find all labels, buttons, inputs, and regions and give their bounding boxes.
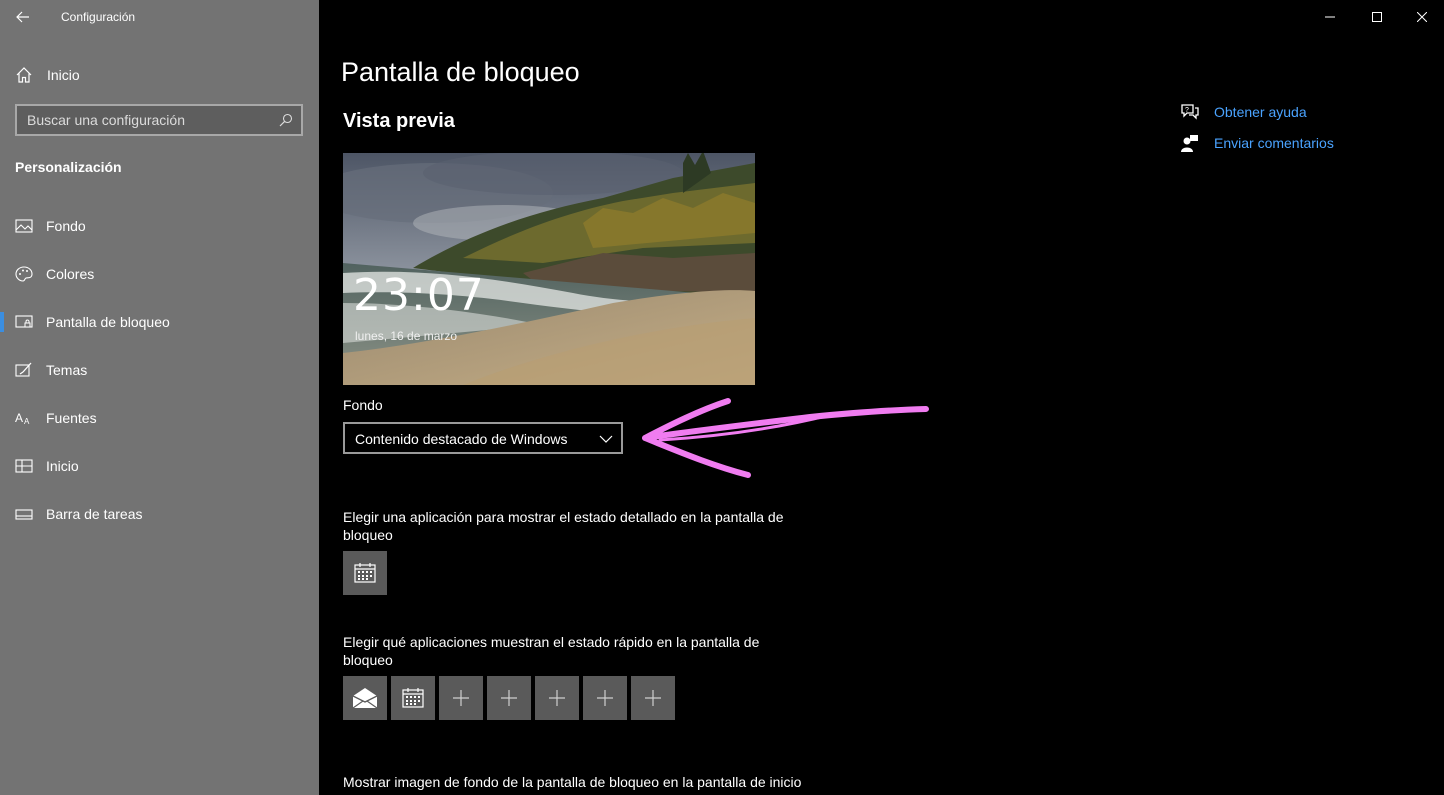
- maximize-button[interactable]: [1354, 0, 1400, 34]
- page-title: Pantalla de bloqueo: [341, 57, 580, 87]
- font-icon: AA: [15, 411, 30, 426]
- picture-icon: [15, 219, 33, 233]
- plus-icon: [597, 690, 613, 706]
- quick-status-tile-mail[interactable]: [343, 676, 387, 720]
- nav-home-label: Inicio: [47, 67, 80, 83]
- plus-icon: [549, 690, 565, 706]
- maximize-icon: [1372, 12, 1382, 22]
- quick-status-add-tile[interactable]: [439, 676, 483, 720]
- sidebar-item-label: Temas: [46, 362, 88, 378]
- preview-date: lunes, 16 de marzo: [355, 329, 458, 343]
- sidebar-item-temas[interactable]: Temas: [0, 346, 319, 394]
- home-icon: [16, 67, 32, 83]
- app-title: Configuración: [61, 10, 136, 24]
- calendar-icon: [354, 563, 376, 583]
- preview-time: 23:07: [353, 270, 485, 321]
- help-chat-icon: ?: [1181, 104, 1199, 120]
- quick-status-label: Elegir qué aplicaciones muestran el esta…: [343, 634, 760, 668]
- sidebar-item-pantalla-de-bloqueo[interactable]: Pantalla de bloqueo: [0, 298, 319, 346]
- sidebar-item-label: Inicio: [46, 458, 79, 474]
- svg-text:?: ?: [1185, 107, 1189, 114]
- search-icon[interactable]: [279, 113, 293, 127]
- search-box[interactable]: [15, 104, 303, 136]
- preview-landscape-image: [343, 153, 755, 385]
- background-dropdown[interactable]: Contenido destacado de Windows: [343, 422, 623, 454]
- quick-status-add-tile[interactable]: [487, 676, 531, 720]
- sidebar-item-fuentes[interactable]: AA Fuentes: [0, 394, 319, 442]
- lock-screen-preview: 23:07 lunes, 16 de marzo: [343, 153, 755, 385]
- sidebar-item-barra-de-tareas[interactable]: Barra de tareas: [0, 490, 319, 538]
- title-bar: Configuración: [0, 0, 319, 36]
- svg-text:A: A: [15, 411, 23, 425]
- signin-background-label: Mostrar imagen de fondo de la pantalla d…: [343, 774, 802, 795]
- get-help-label: Obtener ayuda: [1214, 104, 1307, 120]
- detailed-status-app-tile[interactable]: [343, 551, 387, 595]
- brush-icon: [15, 362, 32, 377]
- sidebar-item-label: Colores: [46, 266, 95, 282]
- sidebar-item-label: Barra de tareas: [46, 506, 143, 522]
- start-icon: [15, 459, 33, 473]
- sidebar-item-inicio[interactable]: Inicio: [0, 442, 319, 490]
- sidebar-item-fondo[interactable]: Fondo: [0, 202, 319, 250]
- quick-status-add-tile[interactable]: [631, 676, 675, 720]
- plus-icon: [501, 690, 517, 706]
- sidebar-item-label: Fuentes: [46, 410, 97, 426]
- preview-title: Vista previa: [343, 110, 455, 132]
- taskbar-icon: [15, 509, 33, 520]
- minimize-button[interactable]: [1307, 0, 1353, 34]
- section-title: Personalización: [15, 159, 122, 175]
- back-arrow-icon: [16, 11, 29, 23]
- plus-icon: [453, 690, 469, 706]
- chevron-down-icon: [599, 435, 613, 443]
- mail-icon: [352, 688, 378, 709]
- plus-icon: [645, 690, 661, 706]
- close-icon: [1417, 12, 1427, 22]
- back-button[interactable]: [10, 4, 36, 30]
- minimize-icon: [1325, 16, 1335, 18]
- calendar-icon: [402, 688, 424, 708]
- quick-status-add-tile[interactable]: [583, 676, 627, 720]
- sidebar-item-label: Fondo: [46, 218, 86, 234]
- palette-icon: [15, 266, 33, 282]
- search-input[interactable]: [17, 106, 267, 134]
- annotation-arrow: [642, 398, 929, 478]
- background-label: Fondo: [343, 397, 383, 413]
- send-feedback-link[interactable]: Enviar comentarios: [1178, 132, 1378, 154]
- feedback-icon: [1181, 135, 1198, 152]
- lock-screen-icon: [15, 315, 33, 328]
- close-button[interactable]: [1399, 0, 1444, 34]
- quick-status-add-tile[interactable]: [535, 676, 579, 720]
- background-dropdown-value: Contenido destacado de Windows: [355, 431, 568, 447]
- nav-home[interactable]: Inicio: [0, 56, 319, 92]
- send-feedback-label: Enviar comentarios: [1214, 135, 1334, 151]
- svg-text:A: A: [24, 417, 30, 426]
- quick-status-tile-calendar[interactable]: [391, 676, 435, 720]
- detailed-status-label: Elegir una aplicación para mostrar el es…: [343, 509, 784, 543]
- sidebar-item-label: Pantalla de bloqueo: [46, 314, 170, 330]
- sidebar: Configuración Inicio Personalización Fon…: [0, 0, 319, 795]
- sidebar-item-colores[interactable]: Colores: [0, 250, 319, 298]
- get-help-link[interactable]: ? Obtener ayuda: [1178, 101, 1378, 123]
